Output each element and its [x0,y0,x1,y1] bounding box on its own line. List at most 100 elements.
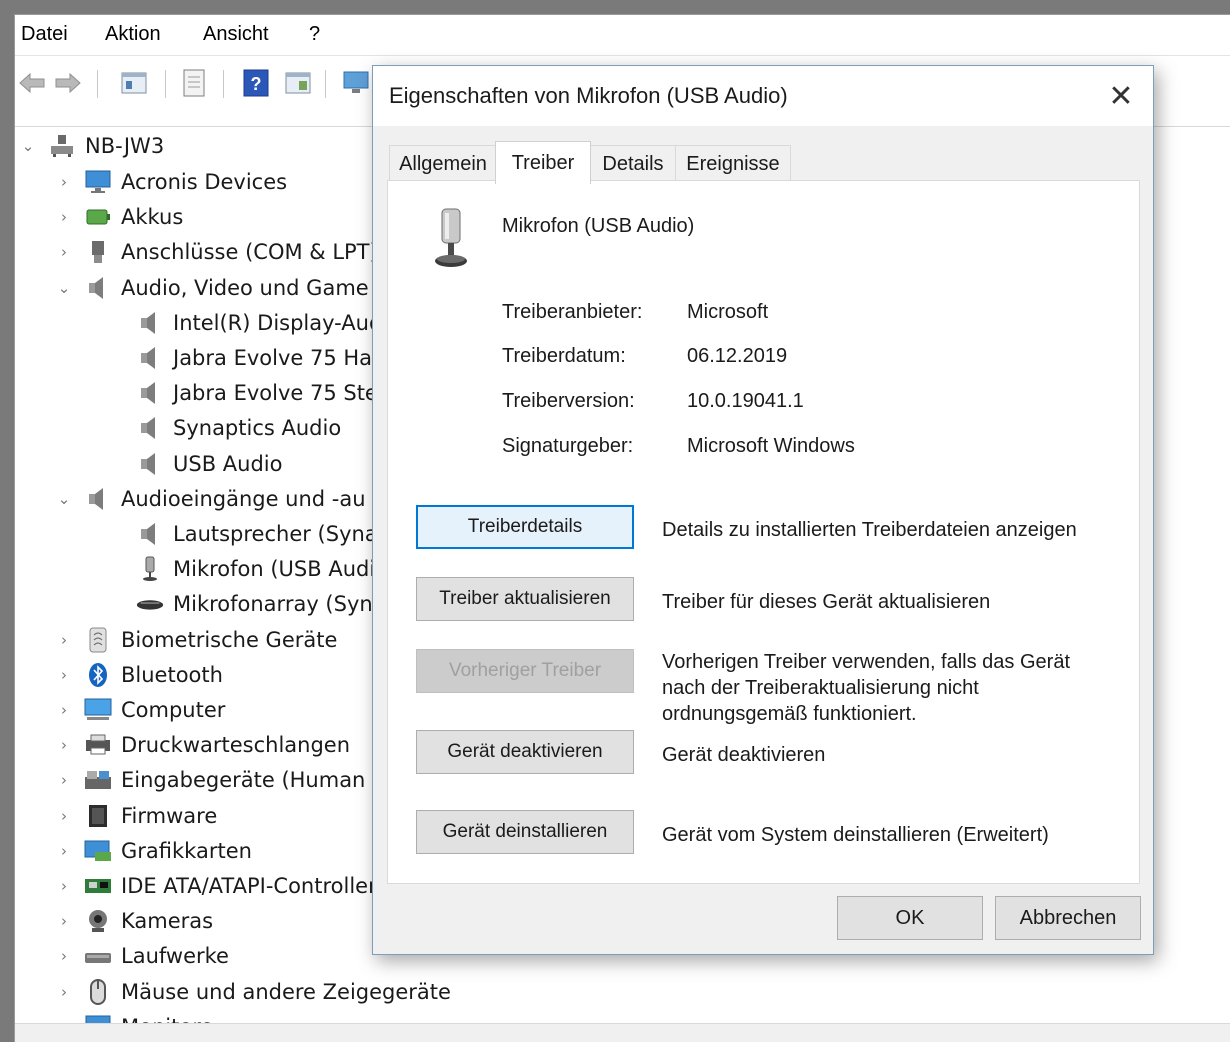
tree-category-item[interactable]: › Anschlüsse (COM & LPT) [57,235,378,269]
tree-item-label: Biometrische Geräte [121,627,338,652]
tree-item-label: Jabra Evolve 75 Hanc [173,346,397,370]
tree-item-label: Firmware [121,803,218,828]
dialog-titlebar: Eigenschaften von Mikrofon (USB Audio) ✕ [373,66,1153,126]
tree-category-item[interactable]: ⌄ Audio, Video und Game [57,271,369,305]
disable-device-button[interactable]: Gerät deaktivieren [416,730,634,774]
tree-child-item[interactable]: Jabra Evolve 75 Stere [135,376,399,410]
help-icon[interactable]: ? [241,68,271,98]
tree-child-item[interactable]: USB Audio [135,447,282,481]
tree-item-label: Grafikkarten [121,838,252,863]
chevron-right-icon[interactable]: › [57,173,71,191]
speaker-icon [135,449,165,479]
tree-category-item[interactable]: › Acronis Devices [57,165,287,199]
driver-details-button[interactable]: Treiberdetails [416,505,634,549]
tree-category-item[interactable]: › Firmware [57,799,217,833]
properties-grid-icon[interactable] [119,68,149,98]
tree-item-label: Jabra Evolve 75 Stere [173,381,399,406]
chevron-right-icon[interactable]: › [57,243,71,261]
uninstall-device-button[interactable]: Gerät deinstallieren [416,810,634,854]
speaker-icon [83,484,113,514]
chevron-right-icon[interactable]: › [57,631,71,649]
tab-allgemein[interactable]: Allgemein [389,145,497,182]
document-icon[interactable] [179,68,209,98]
tree-child-item[interactable]: Mikrofon (USB Audic [135,552,387,586]
tree-child-item[interactable]: Lautsprecher (Synapt [135,517,399,551]
tree-item-label: Kameras [121,909,214,934]
menu-help[interactable]: ? [309,23,320,46]
tab-treiber[interactable]: Treiber [495,141,591,184]
monitor-scan-icon[interactable] [341,68,371,98]
speaker-icon [135,343,165,373]
chevron-right-icon[interactable]: › [57,877,71,895]
chevron-down-icon[interactable]: ⌄ [57,279,71,297]
chevron-right-icon[interactable]: › [57,208,71,226]
back-arrow-icon[interactable] [17,68,47,98]
tree-item-label: Mäuse und andere Zeigegeräte [121,979,451,1004]
forward-arrow-icon[interactable] [53,68,83,98]
tree-item-label: Acronis Devices [121,170,288,194]
rollback-driver-button[interactable]: Vorheriger Treiber [416,649,634,693]
properties-dialog: Eigenschaften von Mikrofon (USB Audio) ✕… [372,65,1154,955]
tree-item-label: Audioeingänge und -au [121,486,366,511]
chevron-down-icon[interactable]: ⌄ [57,490,71,508]
tab-details[interactable]: Details [589,145,677,182]
prop-value-version: 10.0.19041.1 [687,390,804,412]
tab-ereignisse[interactable]: Ereignisse [675,145,791,182]
speaker-icon [135,308,165,338]
camera-icon [83,906,113,936]
speaker-icon [135,519,165,549]
prop-label-version: Treiberversion: [502,390,635,412]
tree-root[interactable]: ⌄ NB-JW3 [21,129,164,163]
tree-category-item[interactable]: › Kameras [57,904,213,938]
ok-button[interactable]: OK [837,896,983,940]
mic-array-icon [135,589,165,619]
monitor-icon [83,167,113,197]
close-icon[interactable]: ✕ [1089,66,1153,126]
cancel-button[interactable]: Abbrechen [995,896,1141,940]
menu-ansicht[interactable]: Ansicht [203,23,269,46]
tree-item-label: Laufwerke [121,944,229,969]
chevron-right-icon[interactable]: › [57,842,71,860]
menu-datei[interactable]: Datei [21,23,68,46]
tree-category-item[interactable]: › IDE ATA/ATAPI-Controller [57,869,377,903]
chevron-right-icon[interactable]: › [57,807,71,825]
tree-category-item[interactable]: › Bluetooth [57,658,223,692]
disable-device-desc: Gerät deaktivieren [662,744,826,766]
chevron-right-icon[interactable]: › [57,771,71,789]
speaker-icon [83,273,113,303]
tree-category-item[interactable]: › Biometrische Geräte [57,623,337,657]
tree-category-item[interactable]: › Akkus [57,200,183,234]
tree-category-item[interactable]: › Grafikkarten [57,834,252,868]
chevron-right-icon[interactable]: › [57,701,71,719]
port-icon [83,237,113,267]
tree-child-item[interactable]: Mikrofonarray (Syna [135,587,386,621]
tree-child-item[interactable]: Jabra Evolve 75 Hanc [135,341,397,375]
tree-category-item[interactable]: ⌄ Audioeingänge und -au [57,482,366,516]
tree-item-label: Akkus [121,205,184,230]
details-panel-icon[interactable] [283,68,313,98]
tree-category-item[interactable]: › Druckwarteschlangen [57,728,350,762]
fingerprint-icon [83,625,113,655]
tree-child-item[interactable]: Synaptics Audio [135,411,341,445]
chevron-right-icon[interactable]: › [57,947,71,965]
chevron-right-icon[interactable]: › [57,912,71,930]
bluetooth-icon [83,660,113,690]
mouse-icon [83,977,113,1007]
prop-value-signer: Microsoft Windows [687,435,855,457]
tree-category-item[interactable]: › Computer [57,693,225,727]
chevron-right-icon[interactable]: › [57,736,71,754]
prop-label-provider: Treiberanbieter: [502,301,643,323]
tree-category-item[interactable]: › Eingabegeräte (Human I [57,763,378,797]
tree-item-label: Audio, Video und Game [121,275,369,300]
microphone-icon [426,207,476,271]
update-driver-button[interactable]: Treiber aktualisieren [416,577,634,621]
tree-category-item[interactable]: › Mäuse und andere Zeigegeräte [57,975,451,1009]
chevron-right-icon[interactable]: › [57,666,71,684]
chevron-down-icon[interactable]: ⌄ [21,137,35,155]
chevron-right-icon[interactable]: › [57,983,71,1001]
tree-child-item[interactable]: Intel(R) Display-Audi [135,306,388,340]
tree-category-item[interactable]: › Laufwerke [57,939,229,973]
tree-item-label: Mikrofonarray (Syna [173,592,386,617]
menu-aktion[interactable]: Aktion [105,23,161,46]
tree-item-label: Computer [121,698,226,722]
